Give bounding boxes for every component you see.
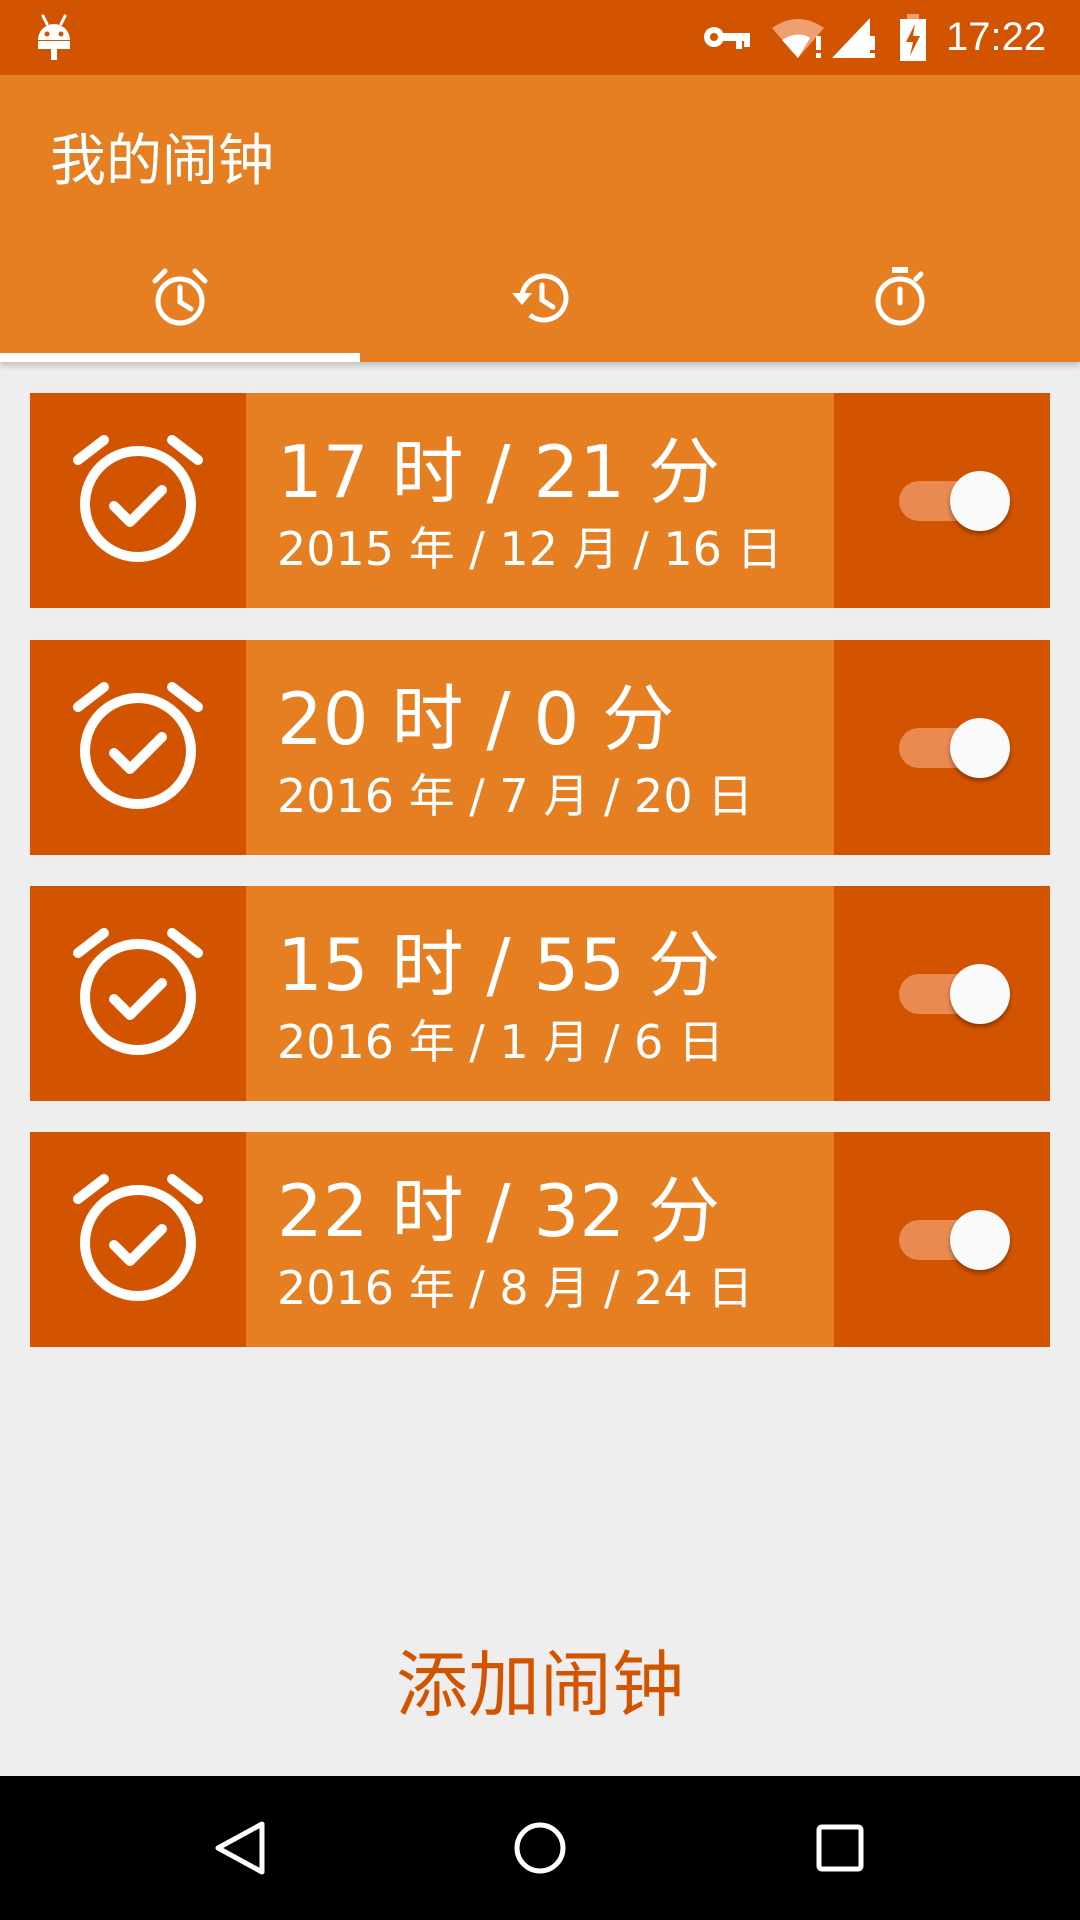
wifi-icon [772, 19, 824, 58]
status-bar: 17:22 [0, 0, 1080, 75]
alarm-icon-block [30, 393, 246, 608]
alarm-toggle-area [834, 1132, 1050, 1347]
alarm-time: 17 时 / 21 分 [277, 430, 721, 514]
battery-charging-icon [900, 14, 926, 61]
android-icon [38, 14, 70, 60]
toggle-thumb[interactable] [950, 471, 1010, 531]
timer-icon [875, 267, 925, 326]
alarm-toggle-area [834, 886, 1050, 1101]
alarm-check-icon [73, 1174, 203, 1301]
alarm-check-icon [73, 928, 203, 1055]
alarm-date: 2016 年 / 8 月 / 24 日 [277, 1261, 754, 1315]
toggle-thumb[interactable] [950, 1210, 1010, 1270]
vpn-key-icon [704, 27, 750, 49]
recents-icon[interactable] [810, 1816, 870, 1880]
alarm-card[interactable]: 17 时 / 21 分 2015 年 / 12 月 / 16 日 [30, 393, 1050, 608]
alarm-card[interactable]: 15 时 / 55 分 2016 年 / 1 月 / 6 日 [30, 886, 1050, 1101]
alarm-date: 2016 年 / 1 月 / 6 日 [277, 1015, 724, 1069]
toggle-thumb[interactable] [950, 718, 1010, 778]
history-icon [512, 273, 569, 323]
tab-indicator [0, 353, 360, 362]
alarm-toggle-area [834, 640, 1050, 855]
alarm-check-icon [73, 435, 203, 562]
alarm-icon-block [30, 886, 246, 1101]
alarm-toggle-area [834, 393, 1050, 608]
alarm-date: 2015 年 / 12 月 / 16 日 [277, 522, 783, 576]
tab-history[interactable] [360, 265, 720, 362]
back-icon[interactable] [210, 1816, 270, 1880]
add-alarm-button[interactable]: 添加闹钟 [0, 1630, 1080, 1740]
alarm-card[interactable]: 20 时 / 0 分 2016 年 / 7 月 / 20 日 [30, 640, 1050, 855]
toggle-thumb[interactable] [950, 964, 1010, 1024]
alarm-time: 15 时 / 55 分 [277, 923, 721, 1007]
alarm-icon-block [30, 640, 246, 855]
tab-timer[interactable] [720, 265, 1080, 362]
alarm-time: 22 时 / 32 分 [277, 1169, 721, 1253]
nav-bar [0, 1776, 1080, 1920]
page-title: 我的闹钟 [50, 129, 274, 194]
signal-icon [832, 18, 875, 58]
status-clock: 17:22 [946, 15, 1047, 59]
tab-alarms[interactable] [0, 265, 360, 362]
alarm-icon [152, 268, 208, 326]
alarm-check-icon [73, 682, 203, 809]
alarm-card[interactable]: 22 时 / 32 分 2016 年 / 8 月 / 24 日 [30, 1132, 1050, 1347]
alarm-time: 20 时 / 0 分 [277, 677, 675, 761]
alarm-date: 2016 年 / 7 月 / 20 日 [277, 769, 754, 823]
alarm-icon-block [30, 1132, 246, 1347]
home-icon[interactable] [510, 1816, 570, 1880]
app-bar: 我的闹钟 [0, 75, 1080, 362]
